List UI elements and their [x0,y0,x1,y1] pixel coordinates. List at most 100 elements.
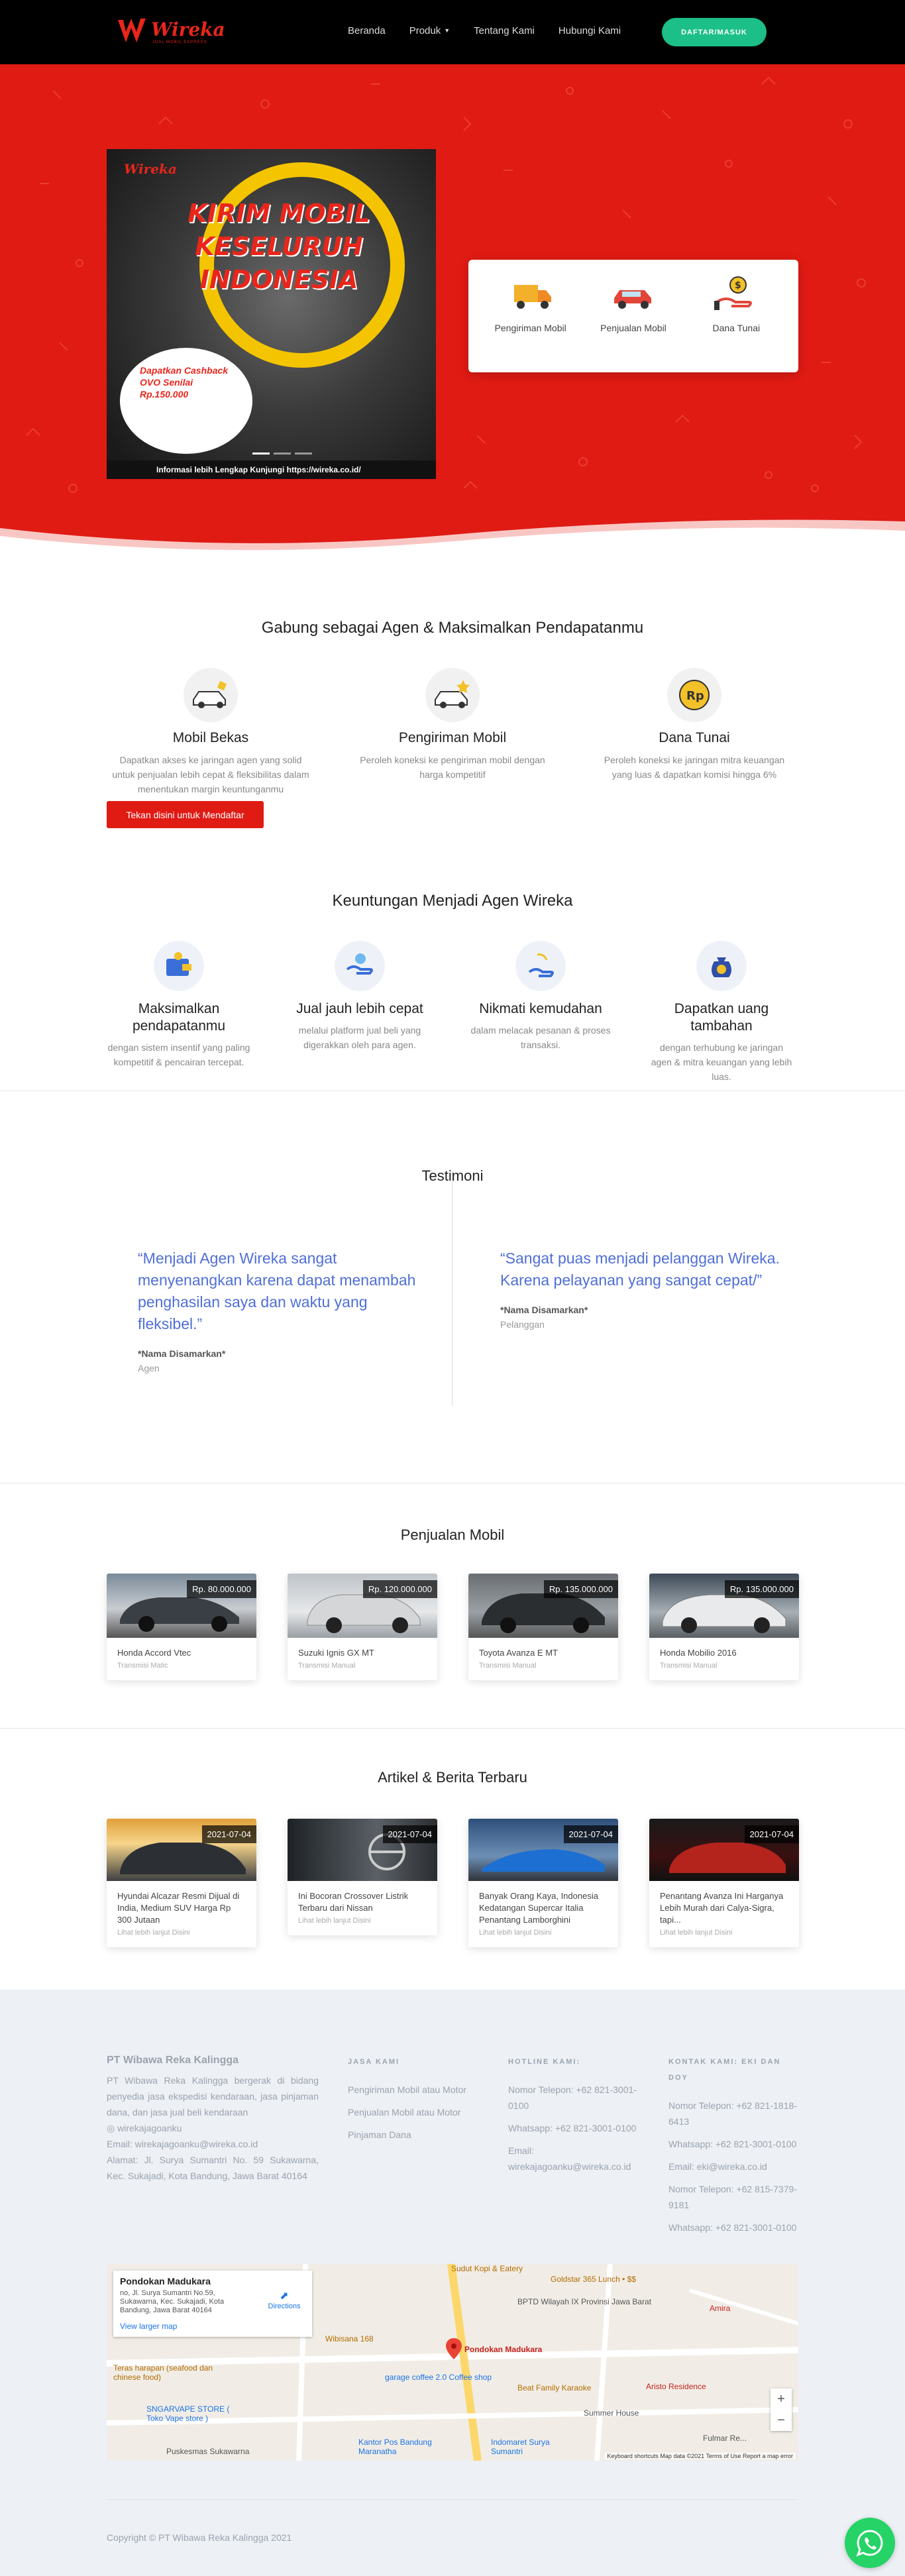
footer-hotline: HOTLINE KAMI: Nomor Telepon: +62 821-300… [508,2054,647,2181]
view-larger-map-link[interactable]: View larger map [120,2322,305,2331]
footer-service-link[interactable]: Pengiriman Mobil atau Motor [348,2082,478,2098]
car-card[interactable]: Rp. 135.000.000 Honda Mobilio 2016 Trans… [649,1574,799,1680]
instagram-icon: ◎ [107,2123,118,2133]
footer-hotline-item[interactable]: Nomor Telepon: +62 821-3001-0100 [508,2082,647,2114]
agent-item-desc: Peroleh koneksi ke pengiriman mobil deng… [360,755,545,780]
map-place-address: no, Jl. Surya Sumantri No.59, Sukawarna,… [120,2289,225,2314]
directions-label: Directions [268,2302,301,2310]
hand-deal-icon [335,941,385,991]
login-button[interactable]: DAFTAR/MASUK [662,18,767,46]
article-card[interactable]: 2021-07-04 Hyundai Alcazar Resmi Dijual … [107,1819,256,1947]
zoom-in-button[interactable]: + [771,2388,792,2410]
hero-section: Wireka KIRIM MOBIL KESELURUH INDONESIA D… [0,64,905,551]
footer-contact-item[interactable]: Nomor Telepon: +62 815-7379-9181 [668,2181,798,2213]
benefit-desc: dalam melacak pesanan & proses transaksi… [470,1025,611,1050]
banner-title: KIRIM MOBIL KESELURUH INDONESIA [187,199,370,294]
copyright-text: Copyright © PT Wibawa Reka Kalingga 2021 [107,2532,292,2543]
carousel-dot[interactable] [252,453,270,455]
nav-hubungi-kami[interactable]: Hubungi Kami [559,25,621,36]
benefit-desc: dengan sistem insentif yang paling kompe… [107,1042,250,1067]
date-tag: 2021-07-04 [744,1825,799,1843]
banner-footer-text: Informasi lebih Lengkap Kunjungi https:/… [156,465,361,474]
agent-item-title: Mobil Bekas [172,730,249,745]
price-tag: Rp. 135.000.000 [724,1580,799,1598]
carousel-dot[interactable] [295,453,312,455]
agent-section-title: Gabung sebagai Agen & Maksimalkan Pendap… [261,619,644,637]
nav-produk[interactable]: Produk ▼ [409,25,450,36]
footer-contact-item[interactable]: Nomor Telepon: +62 821-1818-6413 [668,2098,798,2129]
article-card[interactable]: 2021-07-04 Banyak Orang Kaya, Indonesia … [468,1819,618,1947]
car-card[interactable]: Rp. 80.000.000 Honda Accord Vtec Transmi… [107,1574,256,1680]
testimonial-role: Agen [138,1363,160,1373]
footer-hotline-item[interactable]: Whatsapp: +62 821-3001-0100 [508,2120,647,2136]
zoom-out-button[interactable]: − [771,2410,792,2431]
map-label: Puskesmas Sukawarna [166,2447,250,2456]
article-more-link[interactable]: Lihat lebih lanjut Disini [298,1917,427,1925]
svg-text:Rp: Rp [686,689,704,703]
service-label: Dana Tunai [712,323,761,333]
footer-service-link[interactable]: Penjualan Mobil atau Motor [348,2104,478,2120]
nav-tentang-kami[interactable]: Tentang Kami [474,25,535,36]
benefit-item: Nikmati kemudahan dalam melacak pesanan … [468,941,613,1052]
article-card[interactable]: 2021-07-04 Ini Bocoran Crossover Listrik… [288,1819,437,1935]
map-label: Sudut Kopi & Eatery [451,2264,523,2273]
footer-address: Alamat: Jl. Surya Sumantri No. 59 Sukawa… [107,2155,319,2181]
logo-text: Wireka [151,19,225,40]
agent-item-desc: Dapatkan akses ke jaringan agen yang sol… [112,755,309,794]
service-dana-tunai[interactable]: $ Dana Tunai [696,276,776,372]
footer-contact-item[interactable]: Email: eki@wireka.co.id [668,2159,798,2174]
nav-beranda[interactable]: Beranda [348,25,386,36]
register-button[interactable]: Tekan disini untuk Mendaftar [107,801,264,828]
map-label: Beat Family Karaoke [517,2383,592,2392]
svg-text:$: $ [735,280,741,291]
car-transmission: Transmisi Manual [660,1662,718,1670]
service-pengiriman[interactable]: Pengiriman Mobil [491,276,570,372]
hero-wave [0,519,905,551]
benefit-title: Jual jauh lebih cepat [296,1001,423,1016]
google-map[interactable]: Pondokan Madukara no, Jl. Surya Sumantri… [107,2264,798,2461]
footer-instagram[interactable]: ◎ wirekajagoanku [107,2120,319,2136]
date-tag: 2021-07-04 [382,1825,437,1843]
price-tag: Rp. 80.000.000 [187,1580,256,1598]
footer-instagram-handle: wirekajagoanku [117,2123,182,2133]
footer-contact-item[interactable]: Whatsapp: +62 821-3001-0100 [668,2220,798,2235]
car-image: Rp. 135.000.000 [649,1574,799,1638]
car-image: Rp. 120.000.000 [288,1574,437,1638]
whatsapp-icon [856,2530,883,2557]
promo-banner[interactable]: Wireka KIRIM MOBIL KESELURUH INDONESIA D… [107,149,436,479]
article-more-link[interactable]: Lihat lebih lanjut Disini [479,1929,608,1937]
logo[interactable]: Wireka JUAL MOBIL EXPRESS [117,16,225,49]
map-pin-icon[interactable] [446,2338,462,2359]
map-place-name: Pondokan Madukara [120,2276,211,2286]
article-more-link[interactable]: Lihat lebih lanjut Disini [117,1929,246,1937]
footer-service-link[interactable]: Pinjaman Dana [348,2127,478,2143]
logo-icon [118,19,146,42]
service-card: Pengiriman Mobil Penjualan Mobil $ Dana … [468,260,798,372]
footer-contact-item[interactable]: Whatsapp: +62 821-3001-0100 [668,2136,798,2152]
agent-item-title: Dana Tunai [659,730,730,745]
benefit-desc: dengan terhubung ke jaringan agen & mitr… [651,1042,792,1082]
benefit-desc: melalui platform jual beli yang digerakk… [298,1025,421,1050]
directions-button[interactable]: ⬈ Directions [264,2289,304,2310]
car-card[interactable]: Rp. 135.000.000 Toyota Avanza E MT Trans… [468,1574,618,1680]
truck-icon [513,285,551,309]
benefit-title: Maksimalkan pendapatanmu [132,1001,226,1034]
article-more-link[interactable]: Lihat lebih lanjut Disini [660,1929,788,1937]
agent-item-pengiriman: Pengiriman Mobil Peroleh koneksi ke peng… [353,668,552,782]
testimonial-card: “Menjadi Agen Wireka sangat menyenangkan… [138,1248,423,1373]
carousel-dot[interactable] [274,453,291,455]
benefit-title: Dapatkan uang tambahan [674,1001,769,1034]
section-divider [0,1728,905,1729]
car-delivery-icon [425,668,480,722]
price-tag: Rp. 120.000.000 [362,1580,437,1598]
carousel-indicators [252,453,312,455]
article-card[interactable]: 2021-07-04 Penantang Avanza Ini Harganya… [649,1819,799,1947]
footer-hotline-item[interactable]: Email: wirekajagoanku@wireka.co.id [508,2143,647,2174]
map-label: garage coffee 2.0 Coffee shop [385,2373,492,2382]
easy-hand-icon [515,941,566,991]
whatsapp-button[interactable] [845,2518,895,2568]
service-penjualan[interactable]: Penjualan Mobil [594,276,673,372]
map-label: Goldstar 365 Lunch • $$ [551,2275,636,2284]
car-card[interactable]: Rp. 120.000.000 Suzuki Ignis GX MT Trans… [288,1574,437,1680]
article-title: Banyak Orang Kaya, Indonesia Kedatangan … [479,1891,598,1925]
